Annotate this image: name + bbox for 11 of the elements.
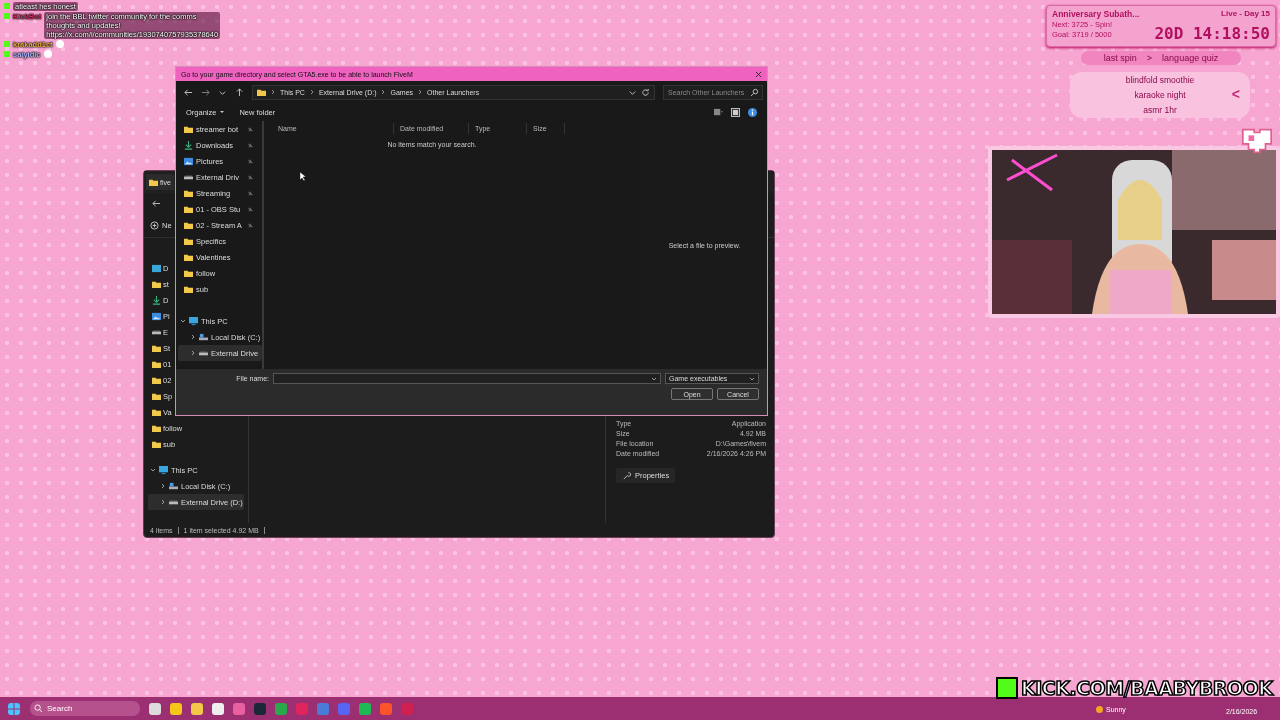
live-day-text: Live - Day 15 (1221, 9, 1270, 18)
last-spin-value: language quiz (1162, 53, 1219, 63)
wheel-option: blindfold smoothie (1125, 74, 1195, 85)
countdown-timer: 20D 14:18:50 (1154, 25, 1270, 43)
chevron-text: > (1146, 53, 1153, 63)
wheel-option: karaoke night (1134, 90, 1186, 100)
wheel-arrow: < (1231, 86, 1240, 102)
wheel-option: asmr 1hr (1143, 105, 1177, 116)
channel-banner-text: KICK.COM/BAABYBROOK (1021, 677, 1273, 699)
last-spin-label: last spin (1103, 53, 1137, 63)
subathon-title: Anniversary Subath... (1052, 9, 1140, 19)
